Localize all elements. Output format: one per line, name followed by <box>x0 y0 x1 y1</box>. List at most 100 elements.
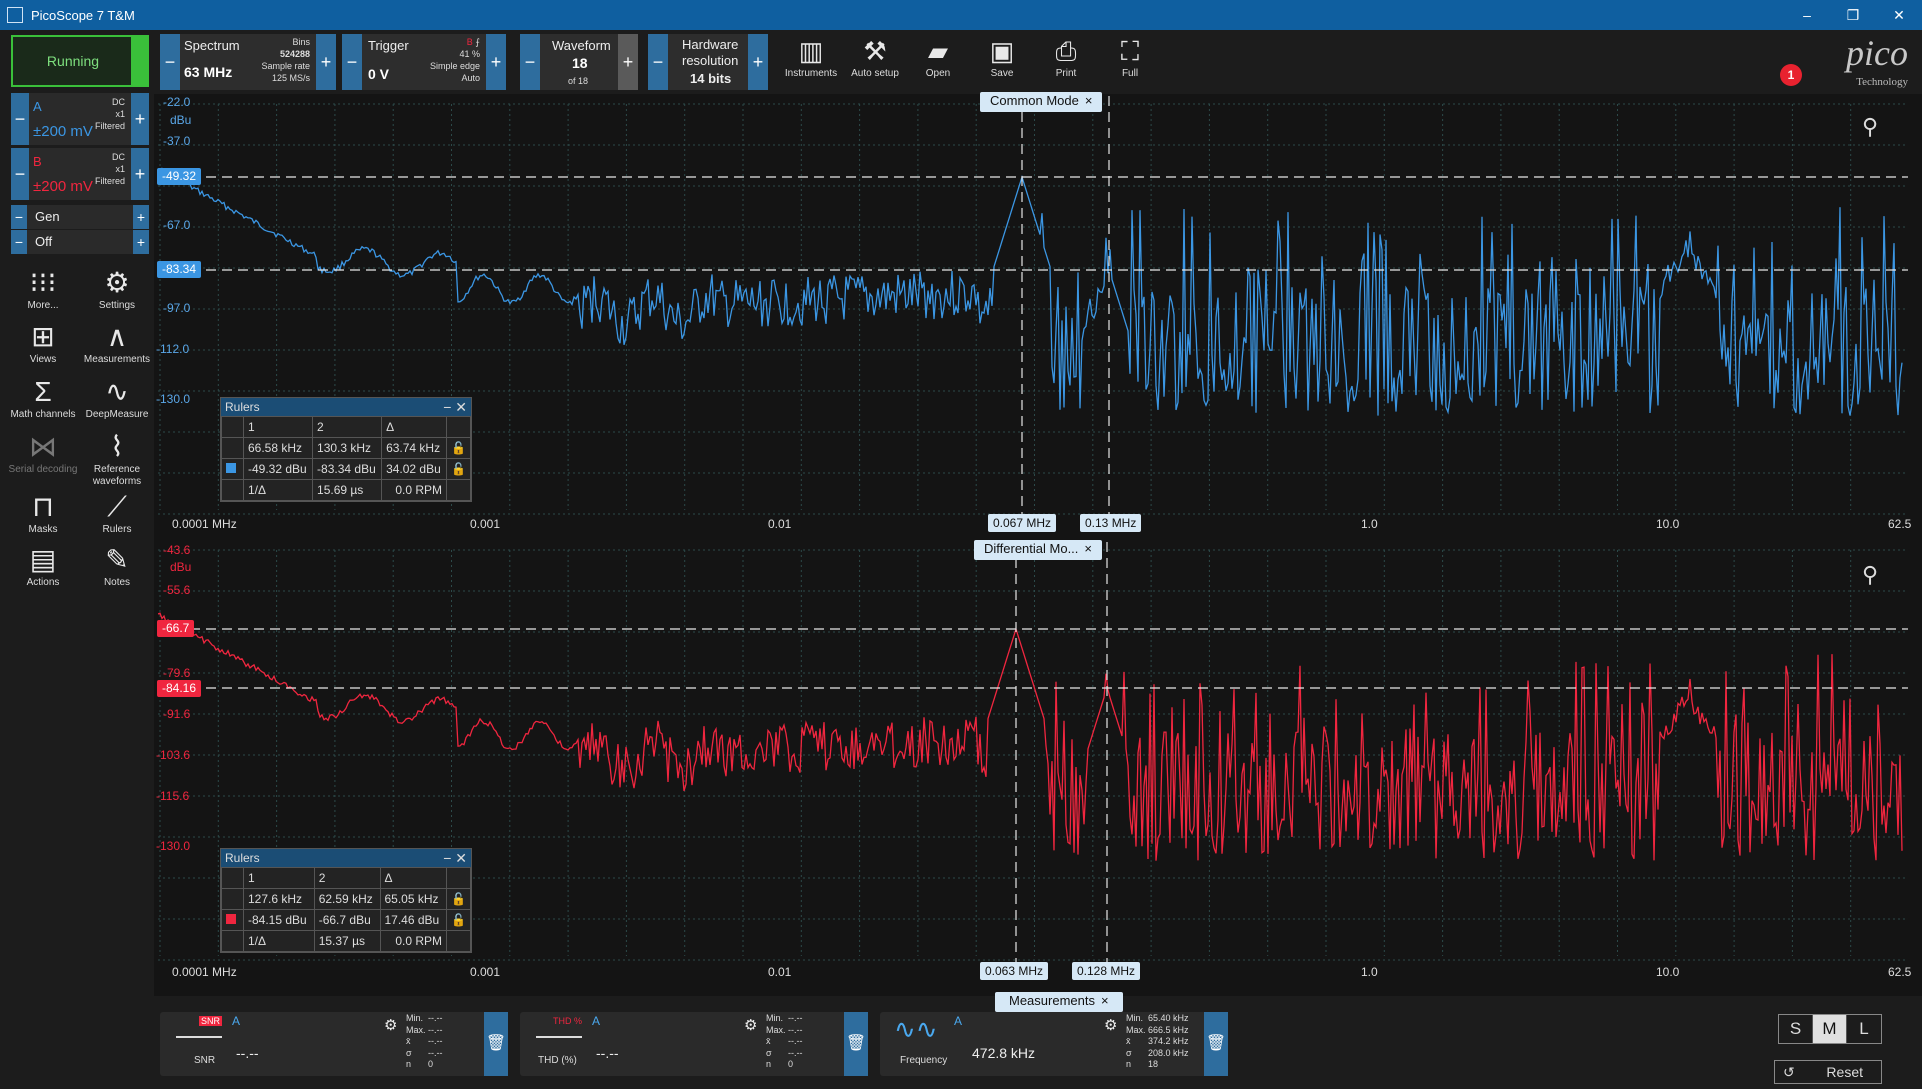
maximize-button[interactable]: ❐ <box>1830 0 1876 30</box>
math-channels-button[interactable]: Σ Math channels <box>7 375 79 421</box>
more-button[interactable]: ⁝⁝⁝ More... <box>7 266 79 312</box>
full-button[interactable]: ⛶ Full <box>1099 34 1161 90</box>
channel-b-swatch <box>226 914 236 924</box>
x-tick: 0.0001 MHz <box>172 517 237 531</box>
x-tick: 1.0 <box>1361 517 1378 531</box>
snr-icon: SNR <box>176 1016 222 1038</box>
gen-label: Gen <box>35 209 60 224</box>
measurements-button[interactable]: ∧ Measurements <box>81 320 153 366</box>
instruments-icon: ▥ <box>798 36 824 66</box>
lock-icon[interactable]: 🔓 <box>446 458 471 480</box>
ruler-2-freq-flag[interactable]: 0.128 MHz <box>1072 962 1141 980</box>
auto-setup-button[interactable]: ⚒ Auto setup <box>844 34 906 90</box>
resolution-increase-button[interactable]: + <box>748 34 768 90</box>
save-button[interactable]: ▣ Save <box>971 34 1033 90</box>
y-tick: -103.6 <box>156 748 191 762</box>
thd-icon: THD % <box>536 1016 582 1038</box>
notes-button[interactable]: ✎ Notes <box>81 543 153 589</box>
inverse-delta: 15.37 µs <box>313 930 381 952</box>
channel-a-increase-button[interactable]: + <box>131 93 149 145</box>
gen-decrease-button[interactable]: − <box>11 205 27 229</box>
gen-state-decrease-button[interactable]: − <box>11 230 27 254</box>
zoom-icon[interactable]: ⚲ <box>1862 562 1878 588</box>
spectrum-decrease-button[interactable]: − <box>160 34 180 90</box>
measurements-tab[interactable]: Measurements × <box>995 992 1123 1012</box>
waveform-increase-button[interactable]: + <box>618 34 638 90</box>
measurement-card-thd[interactable]: THD % A THD (%) --.-- ⚙ Min. --.-- Max. --… <box>520 1012 868 1076</box>
gear-icon[interactable]: ⚙ <box>384 1016 397 1034</box>
ruler-1-freq-flag[interactable]: 0.067 MHz <box>988 514 1057 532</box>
spectrum-value[interactable]: 63 MHz <box>184 64 232 80</box>
ruler-1-freq: 127.6 kHz <box>243 888 315 910</box>
open-button[interactable]: ▰ Open <box>907 34 969 90</box>
gear-icon[interactable]: ⚙ <box>744 1016 757 1034</box>
close-icon[interactable]: × <box>1085 93 1093 108</box>
trigger-channel: B <box>466 37 473 47</box>
rulers-button[interactable]: ⟋ Rulers <box>81 490 153 536</box>
notification-badge[interactable]: 1 <box>1780 64 1802 86</box>
actions-button[interactable]: ▤ Actions <box>7 543 79 589</box>
spectrum-increase-button[interactable]: + <box>316 34 336 90</box>
size-small-button[interactable]: S <box>1779 1015 1813 1043</box>
lock-icon[interactable]: 🔓 <box>446 909 471 931</box>
ruler-2-freq-flag[interactable]: 0.13 MHz <box>1080 514 1142 532</box>
trigger-value[interactable]: 0 V <box>368 66 389 82</box>
minimize-button[interactable]: – <box>1784 0 1830 30</box>
gen-state-increase-button[interactable]: + <box>133 230 149 254</box>
title-bar: PicoScope 7 T&M – ❐ ✕ <box>0 0 1922 30</box>
x-tick: 0.01 <box>768 517 792 531</box>
settings-button[interactable]: ⚙ Settings <box>81 266 153 312</box>
ruler-2-level: -66.7 dBu <box>313 909 381 931</box>
ruler-2-level-flag[interactable]: -83.34 <box>157 261 202 278</box>
run-stop-button[interactable]: Running <box>11 35 149 87</box>
measurement-card-snr[interactable]: SNR A SNR --.-- ⚙ Min. --.-- Max. --.-- x̄… <box>160 1012 508 1076</box>
channel-b-decrease-button[interactable]: − <box>11 148 29 200</box>
channel-a-decrease-button[interactable]: − <box>11 93 29 145</box>
differential-mode-tab[interactable]: Differential Mo... × <box>974 540 1103 560</box>
hardware-label: Hardware <box>682 37 739 52</box>
measurement-card-frequency[interactable]: ∿∿ A Frequency 472.8 kHz ⚙ Min. 65.40 kHz… <box>880 1012 1228 1076</box>
close-icon[interactable]: × <box>1084 541 1092 556</box>
lock-icon[interactable]: 🔓 <box>446 888 471 910</box>
ruler-delta-level: 17.46 dBu <box>379 909 448 931</box>
print-button[interactable]: ⎙ Print <box>1035 34 1097 90</box>
waveform-decrease-button[interactable]: − <box>520 34 540 90</box>
gen-increase-button[interactable]: + <box>133 205 149 229</box>
trigger-increase-button[interactable]: + <box>486 34 506 90</box>
reset-button[interactable]: ↺ Reset <box>1774 1060 1882 1084</box>
gear-icon[interactable]: ⚙ <box>1104 1016 1117 1034</box>
size-medium-button[interactable]: M <box>1813 1015 1847 1043</box>
x-tick: 1.0 <box>1361 965 1378 979</box>
ruler-1-freq-flag[interactable]: 0.063 MHz <box>980 962 1049 980</box>
resolution-value[interactable]: 14 bits <box>690 71 731 86</box>
lock-icon[interactable]: 🔓 <box>446 437 471 459</box>
channel-b-increase-button[interactable]: + <box>131 148 149 200</box>
ruler-1-level-flag[interactable]: -84.16 <box>157 680 202 697</box>
trash-icon[interactable]: 🗑 <box>484 1012 508 1076</box>
zoom-icon[interactable]: ⚲ <box>1862 114 1878 140</box>
close-button[interactable]: ✕ <box>1876 0 1922 30</box>
reference-waveforms-button[interactable]: ⌇ Reference waveforms <box>81 430 153 488</box>
ruler-2-level-flag[interactable]: -66.7 <box>157 620 195 637</box>
views-button[interactable]: ⊞ Views <box>7 320 79 366</box>
trash-icon[interactable]: 🗑 <box>844 1012 868 1076</box>
close-icon[interactable]: − ✕ <box>443 849 467 867</box>
channel-a-range[interactable]: ±200 mV <box>33 123 93 140</box>
masks-button[interactable]: ⊓ Masks <box>7 490 79 536</box>
close-icon[interactable]: − ✕ <box>443 398 467 416</box>
trash-icon[interactable]: 🗑 <box>1204 1012 1228 1076</box>
inverse-delta: 15.69 µs <box>312 479 383 501</box>
common-mode-tab[interactable]: Common Mode × <box>980 92 1103 112</box>
instruments-button[interactable]: ▥ Instruments <box>780 34 842 90</box>
trigger-decrease-button[interactable]: − <box>342 34 362 90</box>
serial-decoding-button[interactable]: ⋈ Serial decoding <box>7 430 79 476</box>
resolution-decrease-button[interactable]: − <box>648 34 668 90</box>
close-icon[interactable]: × <box>1101 993 1109 1008</box>
y-tick: -79.6 <box>163 666 191 680</box>
spectrum-control: − Spectrum 63 MHz Bins 524288 Sample rat… <box>160 34 336 90</box>
channel-b-range[interactable]: ±200 mV <box>33 178 93 195</box>
ruler-1-level-flag[interactable]: -49.32 <box>157 168 202 185</box>
size-large-button[interactable]: L <box>1847 1015 1881 1043</box>
deepmeasure-button[interactable]: ∿ DeepMeasure <box>81 375 153 421</box>
rulers-panel: Rulers − ✕ 12Δ 127.6 kHz 62.59 kHz 65.05 kH… <box>220 848 472 953</box>
